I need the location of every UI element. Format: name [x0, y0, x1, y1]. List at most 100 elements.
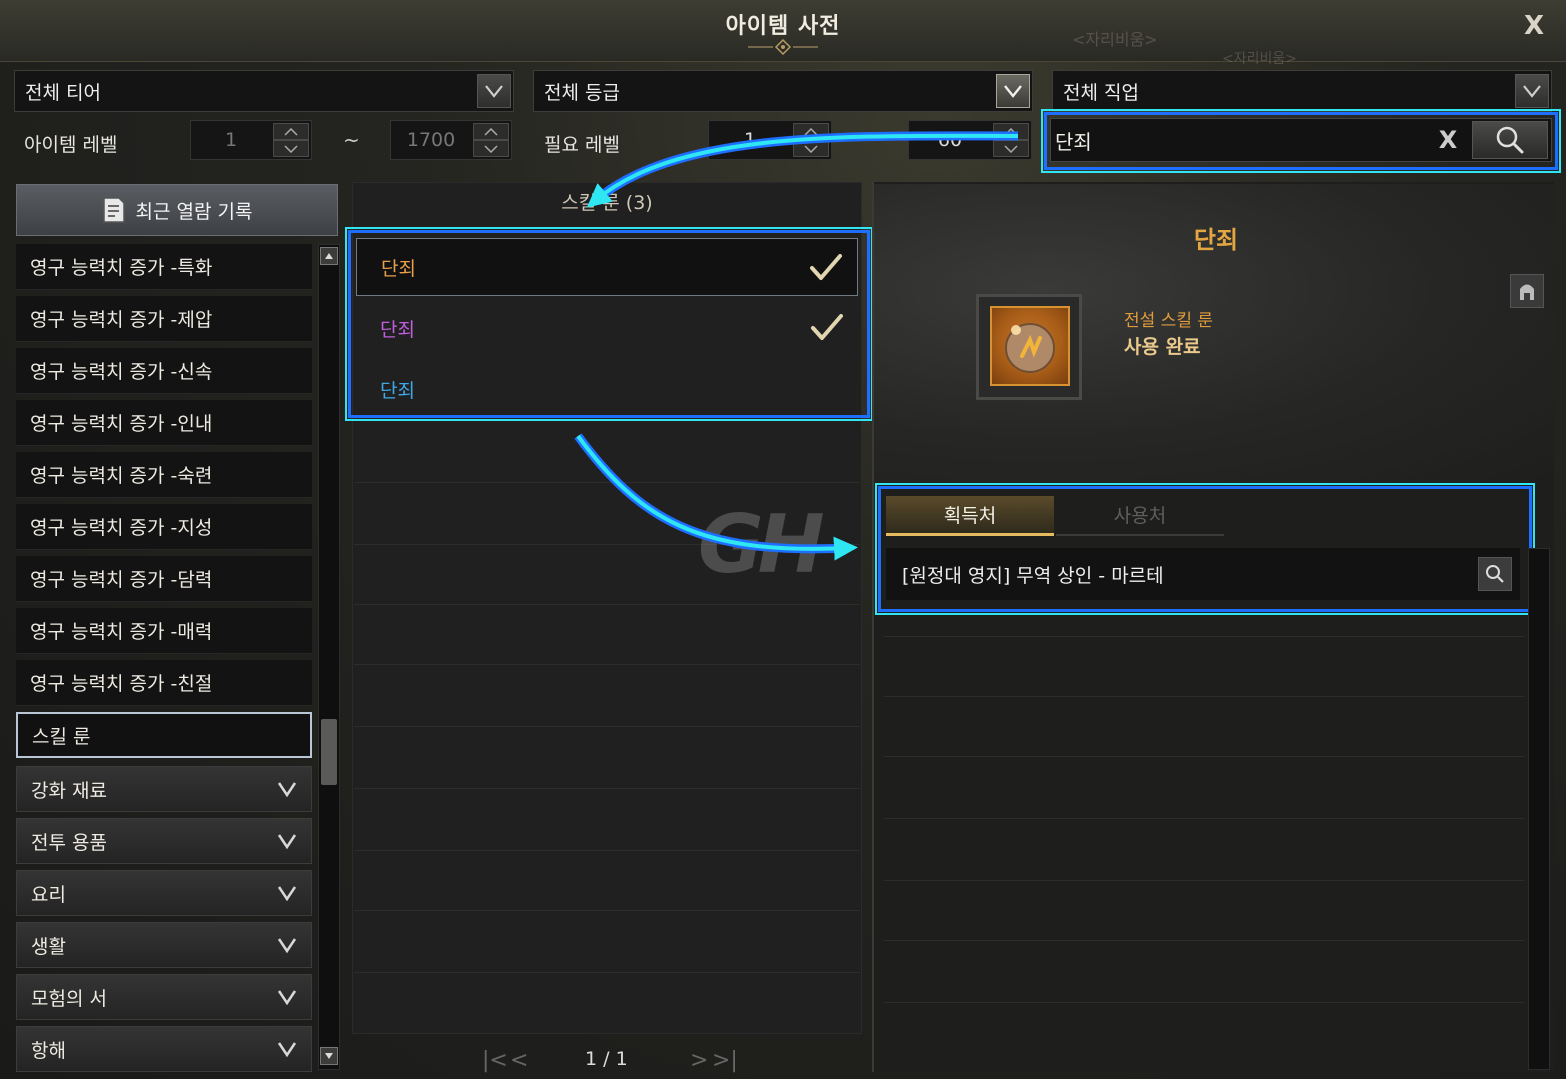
stepper-up-icon[interactable] [473, 123, 509, 140]
category-item-selected[interactable]: 스킬 룬 [16, 712, 312, 758]
item-grade: 전설 스킬 룬 [1124, 311, 1214, 331]
chevron-down-icon[interactable] [996, 74, 1030, 108]
category-item[interactable]: 영구 능력치 증가 -숙련 [16, 452, 312, 498]
watermark-logo: GH [698, 498, 825, 591]
item-level-max-stepper[interactable]: 1700 [390, 120, 512, 160]
required-level-max-stepper[interactable]: 60 [908, 120, 1032, 160]
category-item[interactable]: 영구 능력치 증가 -담력 [16, 556, 312, 602]
category-label: 영구 능력치 증가 -숙련 [30, 465, 213, 487]
row-divider [354, 604, 860, 605]
check-icon [811, 314, 843, 340]
category-item[interactable]: 영구 능력치 증가 -친절 [16, 660, 312, 706]
source-list-item[interactable]: [원정대 영지] 무역 상인 - 마르테 [886, 548, 1520, 600]
item-level-label: 아이템 레벨 [24, 134, 118, 156]
title-bar: 아이템 사전 <자리비움> <자리비움> X [0, 0, 1566, 67]
source-label: [원정대 영지] 무역 상인 - 마르테 [902, 564, 1164, 587]
category-group-label: 생활 [31, 935, 66, 958]
document-icon [102, 197, 125, 223]
tab-usage[interactable]: 사용처 [1056, 496, 1224, 536]
row-divider [884, 940, 1524, 941]
category-item[interactable]: 영구 능력치 증가 -지성 [16, 504, 312, 550]
detail-scrollbar[interactable] [1528, 548, 1550, 1070]
category-label: 영구 능력치 증가 -담력 [30, 569, 213, 591]
row-divider [884, 756, 1524, 757]
close-button[interactable]: X [1516, 8, 1552, 44]
required-level-max-value: 60 [937, 129, 963, 151]
required-level-min-stepper[interactable]: 1 [708, 120, 832, 160]
row-divider [884, 880, 1524, 881]
page-indicator: 1 / 1 [585, 1048, 628, 1070]
row-divider [354, 788, 860, 789]
row-divider [884, 818, 1524, 819]
stepper-up-icon[interactable] [273, 123, 309, 140]
detail-item-name: 단죄 [1193, 226, 1239, 254]
first-page-icon[interactable]: |< [482, 1048, 508, 1073]
stepper-up-icon[interactable] [793, 123, 829, 140]
category-group[interactable]: 전투 용품 [16, 818, 312, 864]
category-label: 영구 능력치 증가 -지성 [30, 517, 213, 539]
rune-icon[interactable] [990, 306, 1070, 386]
result-item-name: 단죄 [380, 318, 415, 341]
category-group[interactable]: 항해 [16, 1026, 312, 1072]
item-level-min-stepper[interactable]: 1 [190, 120, 312, 160]
category-group[interactable]: 모험의 서 [16, 974, 312, 1020]
required-level-label: 필요 레벨 [544, 134, 620, 156]
category-group[interactable]: 생활 [16, 922, 312, 968]
stepper-down-icon[interactable] [993, 140, 1029, 157]
prev-page-icon[interactable]: < [510, 1048, 528, 1073]
stepper-down-icon[interactable] [793, 140, 829, 157]
title-ornament-icon [748, 38, 818, 56]
row-divider [354, 850, 860, 851]
category-item[interactable]: 영구 능력치 증가 -신속 [16, 348, 312, 394]
result-item[interactable]: 단죄 [356, 360, 858, 418]
chevron-down-icon[interactable] [1515, 74, 1549, 108]
grade-dropdown-value: 전체 등급 [544, 81, 620, 104]
stepper-down-icon[interactable] [473, 140, 509, 157]
category-label: 영구 능력치 증가 -인내 [30, 413, 213, 435]
stepper-down-icon[interactable] [273, 140, 309, 157]
chevron-down-icon[interactable] [477, 74, 511, 108]
stepper-up-icon[interactable] [993, 123, 1029, 140]
class-dropdown[interactable]: 전체 직업 [1052, 70, 1552, 112]
row-divider [354, 972, 860, 973]
tab-acquisition[interactable]: 획득처 [886, 496, 1054, 536]
check-icon [810, 254, 842, 280]
scrollbar-thumb[interactable] [321, 719, 337, 785]
item-level-max-value: 1700 [406, 129, 456, 151]
class-dropdown-value: 전체 직업 [1063, 81, 1139, 104]
background-ghost-text: <자리비움> [1222, 51, 1297, 67]
recent-history-button[interactable]: 최근 열람 기록 [16, 184, 338, 236]
scroll-down-icon[interactable] [320, 1047, 338, 1065]
search-clear-button[interactable]: X [1432, 124, 1464, 156]
range-separator: ~ [343, 128, 360, 152]
category-group[interactable]: 강화 재료 [16, 766, 312, 812]
category-item[interactable]: 영구 능력치 증가 -인내 [16, 400, 312, 446]
recent-history-label: 최근 열람 기록 [135, 200, 253, 223]
result-item[interactable]: 단죄 [356, 238, 858, 296]
chevron-down-icon [277, 886, 297, 902]
result-item[interactable]: 단죄 [356, 299, 858, 357]
row-divider [354, 726, 860, 727]
scroll-up-icon[interactable] [320, 247, 338, 265]
category-item[interactable]: 영구 능력치 증가 -매력 [16, 608, 312, 654]
helmet-icon[interactable] [1510, 274, 1544, 308]
next-page-icon[interactable]: > [690, 1048, 708, 1073]
row-divider [354, 664, 860, 665]
tier-dropdown[interactable]: 전체 티어 [14, 70, 514, 112]
results-header: 스킬 룬 (3) [561, 192, 653, 214]
row-divider [884, 696, 1524, 697]
category-item[interactable]: 영구 능력치 증가 -특화 [16, 244, 312, 290]
chevron-down-icon [277, 782, 297, 798]
category-scrollbar[interactable] [318, 244, 340, 1070]
source-search-button[interactable] [1478, 557, 1512, 591]
category-group[interactable]: 요리 [16, 870, 312, 916]
result-item-name: 단죄 [380, 379, 415, 402]
search-icon [1496, 126, 1524, 154]
search-input[interactable] [1055, 122, 1475, 158]
background-ghost-text: <자리비움> [1072, 30, 1158, 49]
last-page-icon[interactable]: >| [712, 1048, 738, 1073]
category-label: 영구 능력치 증가 -특화 [30, 257, 213, 279]
grade-dropdown[interactable]: 전체 등급 [533, 70, 1033, 112]
category-item[interactable]: 영구 능력치 증가 -제압 [16, 296, 312, 342]
search-button[interactable] [1472, 121, 1548, 159]
